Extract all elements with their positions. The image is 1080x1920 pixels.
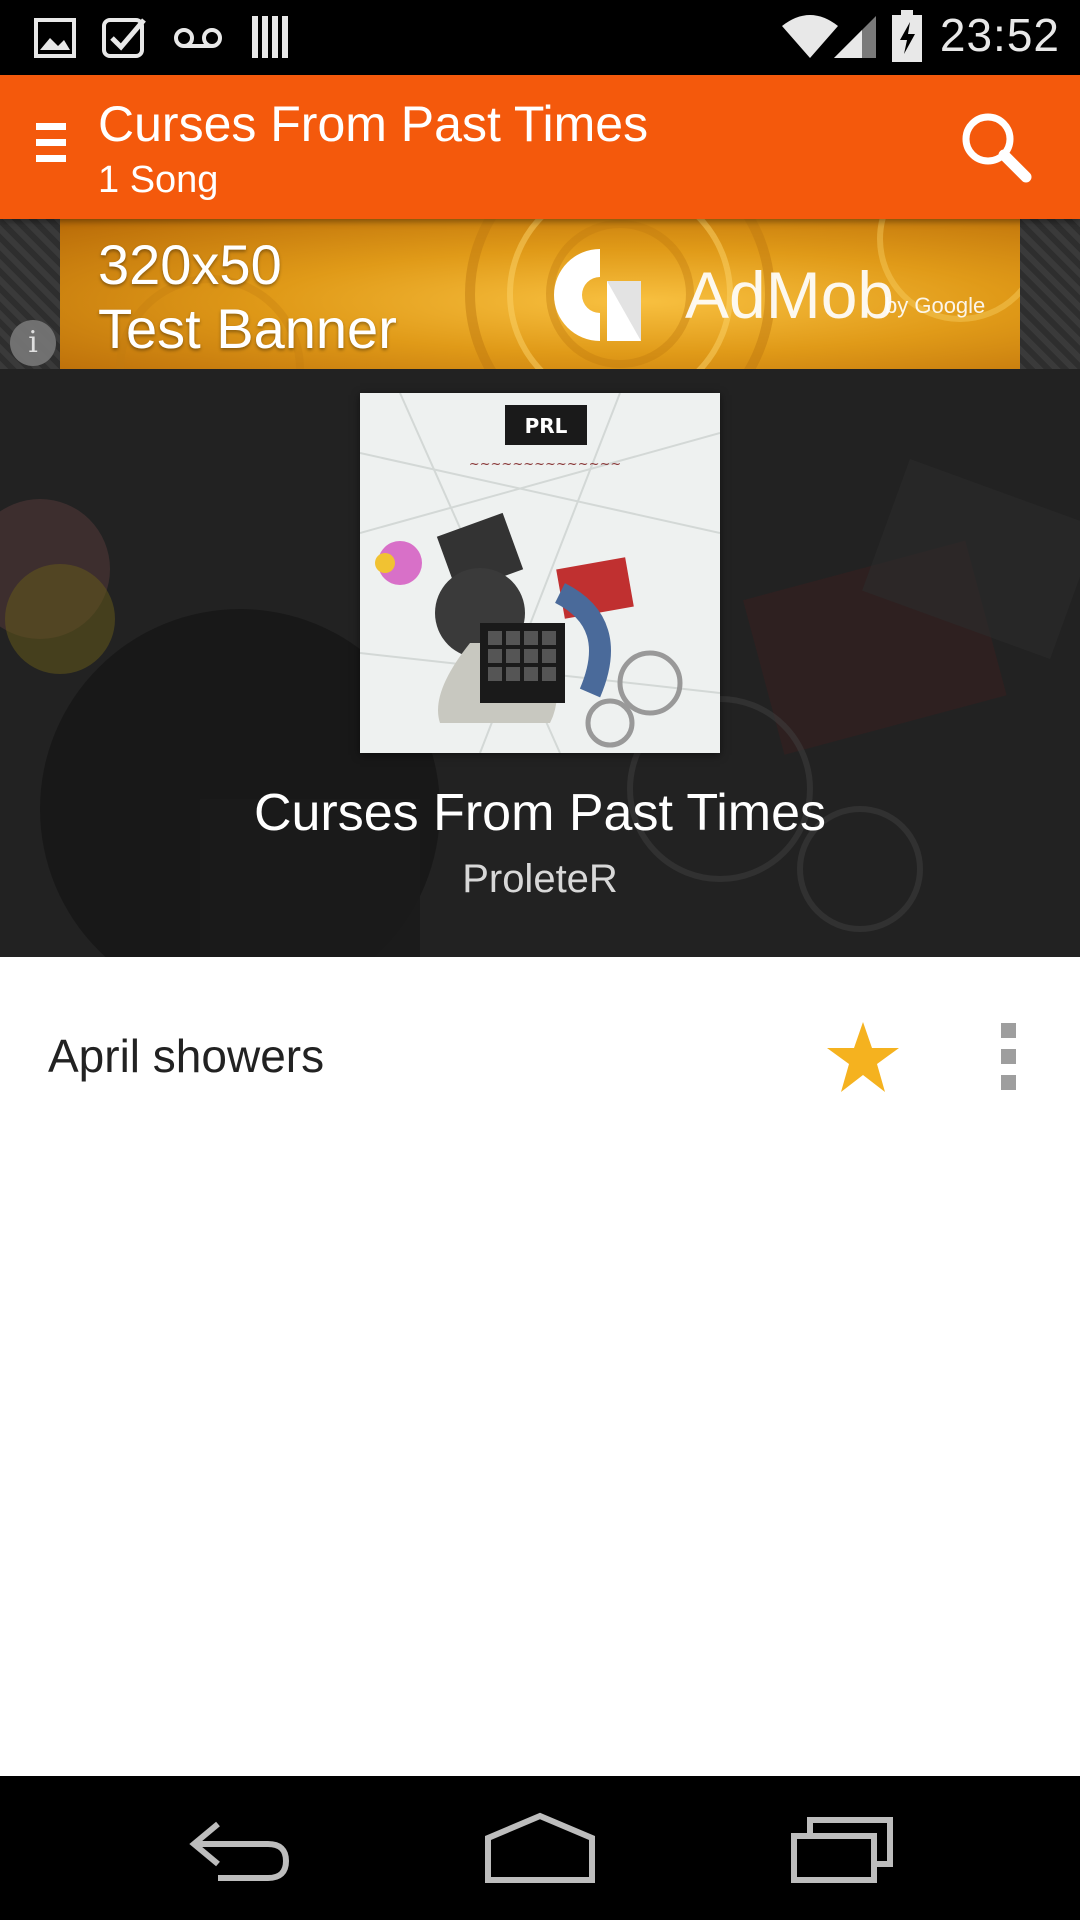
navigation-bar [0,1776,1080,1920]
ad-brand-suffix: by Google [885,293,986,318]
drawer-menu-icon[interactable] [36,123,68,171]
album-artist: ProleteR [462,857,618,901]
album-cover-image[interactable]: PRL ~~~~~~~~~~~~~~ [359,392,721,754]
signal-icon [834,16,876,58]
library-icon [252,16,288,58]
voicemail-icon [174,28,222,48]
ad-banner-area: 320x50 Test Banner AdMob by Google i [0,219,1080,369]
page-title: Curses From Past Times [98,96,649,152]
ad-text: 320x50 Test Banner [98,233,397,361]
back-icon[interactable] [188,1806,292,1890]
svg-text:PRL: PRL [525,414,568,438]
ad-line-1: 320x50 [98,233,282,296]
status-bar: 23:52 [0,0,1080,75]
ad-line-2: Test Banner [98,297,397,360]
ad-banner[interactable]: 320x50 Test Banner AdMob by Google [60,219,1020,369]
album-header: PRL ~~~~~~~~~~~~~~ Curses From Past Time… [0,369,1080,957]
recent-apps-icon[interactable] [790,1806,894,1890]
favorite-star-icon[interactable] [825,1020,901,1094]
svg-text:~~~~~~~~~~~~~~: ~~~~~~~~~~~~~~ [469,457,622,472]
ad-brand: AdMob [685,258,895,332]
song-count: 1 Song [98,159,219,201]
home-icon[interactable] [484,1806,596,1890]
clock: 23:52 [939,9,1060,61]
song-title: April showers [48,1030,325,1082]
album-title: Curses From Past Times [253,784,827,842]
gallery-icon [34,18,76,58]
album-cover-illustration: PRL ~~~~~~~~~~~~~~ [359,392,721,754]
screen: 23:52 Curses From Past Times 1 Song 320x… [0,0,1080,1920]
admob-logo-icon [554,249,641,341]
list-item[interactable]: April showers [0,957,1080,1157]
wifi-icon [782,15,838,58]
search-icon[interactable] [956,107,1036,187]
overflow-menu-icon[interactable] [996,1023,1020,1091]
task-check-icon [102,18,146,58]
ad-info-icon[interactable]: i [10,320,56,366]
app-bar: Curses From Past Times 1 Song [0,75,1080,219]
battery-charging-icon [892,10,922,62]
